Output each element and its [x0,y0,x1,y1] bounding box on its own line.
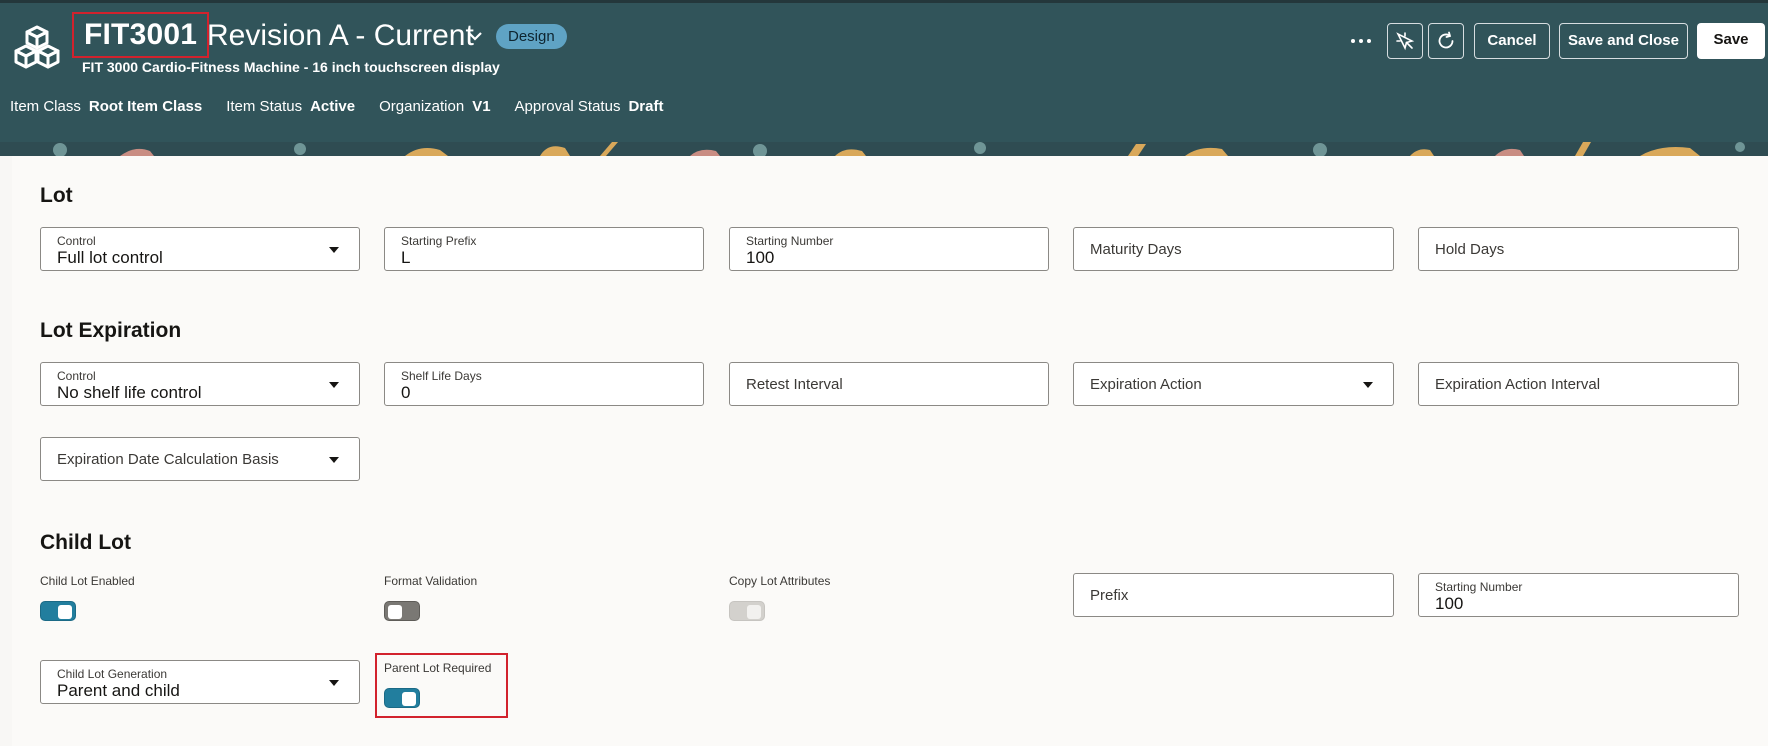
revision-selector[interactable]: Revision A - Current [207,16,474,56]
meta-label-organization: Organization [379,97,465,115]
lot-control-select[interactable]: Control Full lot control [40,227,360,271]
starting-number-input[interactable]: Starting Number 100 [729,227,1049,271]
child-lot-enabled-label: Child Lot Enabled [40,574,135,588]
shelf-life-days-input[interactable]: Shelf Life Days 0 [384,362,704,406]
dropdown-caret-icon [329,247,339,253]
retest-interval-input[interactable]: Retest Interval [729,362,1049,406]
dropdown-caret-icon [329,680,339,686]
save-and-close-button[interactable]: Save and Close [1559,23,1688,59]
field-value: L [401,248,411,267]
field-label: Child Lot Generation [57,667,168,681]
product-cubes-logo [14,25,60,69]
field-value: Parent and child [57,681,180,700]
field-label: Maturity Days [1090,241,1182,258]
child-lot-enabled-switch[interactable] [40,601,76,621]
expiration-action-interval-input[interactable]: Expiration Action Interval [1418,362,1739,406]
format-validation-label: Format Validation [384,574,478,588]
field-label: Expiration Action [1090,376,1202,393]
child-lot-prefix-input[interactable]: Prefix [1073,573,1394,617]
dropdown-caret-icon [1363,382,1373,388]
field-label: Hold Days [1435,241,1505,258]
lifecycle-phase-badge: Design [496,24,567,49]
item-description: FIT 3000 Cardio-Fitness Machine - 16 inc… [82,59,500,75]
refresh-icon [1438,31,1454,49]
hold-days-input[interactable]: Hold Days [1418,227,1739,271]
meta-value-organization: V1 [472,97,491,115]
meta-label-approval-status: Approval Status [514,97,621,115]
more-actions-icon[interactable] [1347,30,1375,52]
field-value: Full lot control [57,248,163,267]
field-value: 100 [746,248,775,267]
lot-expiration-section-title: Lot Expiration [40,319,182,342]
meta-label-item-status: Item Status [226,97,303,115]
child-lot-generation-select[interactable]: Child Lot Generation Parent and child [40,660,360,704]
decorative-banner [0,142,1768,156]
parent-lot-required-switch[interactable] [384,688,420,708]
field-label: Retest Interval [746,376,843,393]
field-label: Starting Number [1435,580,1523,594]
field-label: Expiration Action Interval [1435,376,1601,393]
quick-pick-icon [1396,32,1415,51]
field-label: Starting Prefix [401,234,477,248]
field-label: Prefix [1090,587,1129,604]
quick-pick-button[interactable] [1387,23,1423,59]
refresh-button[interactable] [1428,23,1464,59]
meta-value-item-class: Root Item Class [88,97,203,115]
item-meta-bar: Item Class Root Item Class Item Status A… [10,96,687,116]
field-value: 100 [1435,594,1464,613]
chevron-down-icon[interactable] [466,27,484,45]
maturity-days-input[interactable]: Maturity Days [1073,227,1394,271]
field-label: Shelf Life Days [401,369,482,383]
format-validation-switch[interactable] [384,601,420,621]
cancel-button[interactable]: Cancel [1474,23,1550,59]
starting-prefix-input[interactable]: Starting Prefix L [384,227,704,271]
expiration-action-select[interactable]: Expiration Action [1073,362,1394,406]
expiration-control-select[interactable]: Control No shelf life control [40,362,360,406]
header-top-line [0,0,1768,3]
dropdown-caret-icon [329,382,339,388]
lot-section-title: Lot [40,184,73,207]
child-lot-section-title: Child Lot [40,531,131,554]
copy-lot-attributes-label: Copy Lot Attributes [729,574,831,588]
meta-value-approval-status: Draft [628,97,664,115]
field-label: Expiration Date Calculation Basis [57,451,279,468]
field-label: Starting Number [746,234,834,248]
meta-value-item-status: Active [310,97,356,115]
copy-lot-attributes-switch [729,601,765,621]
field-value: No shelf life control [57,383,202,402]
item-number-title: FIT3001 [72,12,210,58]
field-label: Control [57,234,96,248]
save-button[interactable]: Save [1697,23,1765,59]
parent-lot-required-label: Parent Lot Required [384,661,492,675]
field-value: 0 [401,383,411,402]
page-header: FIT3001 Revision A - Current Design FIT … [0,0,1768,144]
dropdown-caret-icon [329,457,339,463]
child-lot-starting-number-input[interactable]: Starting Number 100 [1418,573,1739,617]
expiration-date-basis-select[interactable]: Expiration Date Calculation Basis [40,437,360,481]
field-label: Control [57,369,96,383]
meta-label-item-class: Item Class [10,97,81,115]
